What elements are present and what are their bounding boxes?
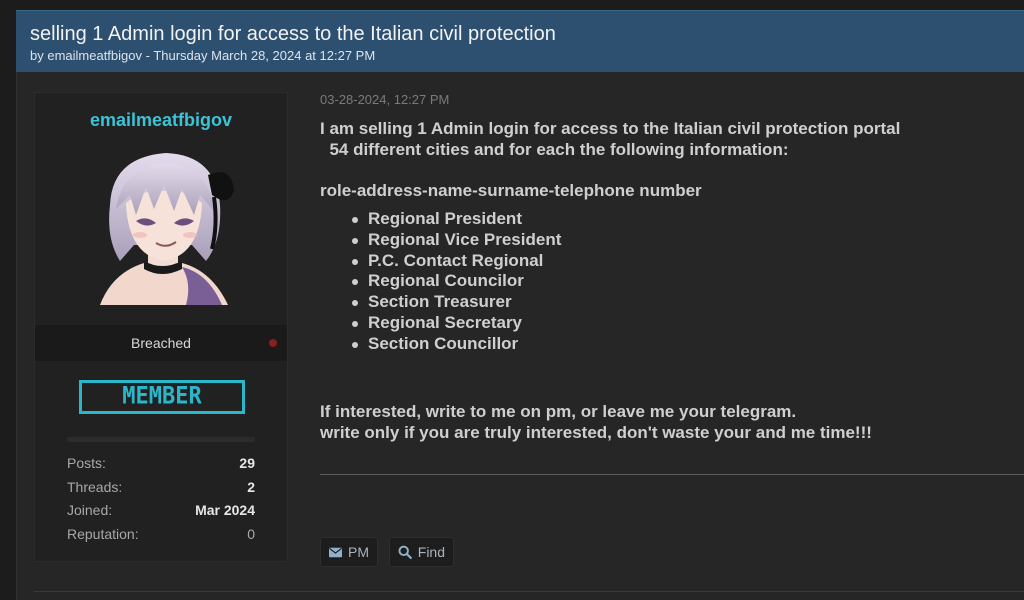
stat-value: Mar 2024 <box>195 502 255 519</box>
thread-header: selling 1 Admin login for access to the … <box>16 10 1024 72</box>
stat-label: Reputation: <box>67 526 139 543</box>
post-bottom-divider <box>34 591 1024 592</box>
avatar[interactable] <box>82 145 242 305</box>
author-stats: Posts: 29 Threads: 2 Joined: Mar 2024 Re… <box>67 455 255 550</box>
stat-label: Posts: <box>67 455 106 471</box>
list-item: Regional Secretary <box>350 313 1020 334</box>
find-button[interactable]: Find <box>389 537 454 567</box>
author-username[interactable]: emailmeatfbigov <box>35 110 287 131</box>
stat-value[interactable]: 0 <box>247 526 255 542</box>
list-item: Section Councillor <box>350 334 1020 355</box>
post-text-line: If interested, write to me on pm, or lea… <box>320 401 797 421</box>
list-item: Regional President <box>350 209 1020 230</box>
stat-threads: Threads: 2 <box>67 479 255 503</box>
list-item: P.C. Contact Regional <box>350 251 1020 272</box>
envelope-icon <box>329 547 342 557</box>
post-body: I am selling 1 Admin login for access to… <box>320 118 1020 443</box>
reputation-progress-bar <box>67 437 255 442</box>
rank-badge: MEMBER <box>79 380 245 414</box>
stat-reputation: Reputation: 0 <box>67 526 255 550</box>
offline-status-dot-icon <box>269 339 277 347</box>
stat-posts: Posts: 29 <box>67 455 255 479</box>
roles-list: Regional President Regional Vice Preside… <box>350 209 1020 355</box>
post-text-line: write only if you are truly interested, … <box>320 422 872 442</box>
post-text-line: I am selling 1 Admin login for access to… <box>320 119 901 138</box>
author-card: emailmeatfbigov Breached MEMBER Posts: 2… <box>34 92 288 562</box>
stat-value[interactable]: 29 <box>239 455 255 471</box>
user-status-label: Breached <box>131 335 191 351</box>
search-icon <box>398 545 412 559</box>
post-date: 03-28-2024, 12:27 PM <box>320 92 450 107</box>
user-status-bar: Breached <box>35 325 287 361</box>
thread-byline[interactable]: by emailmeatfbigov - Thursday March 28, … <box>30 48 375 63</box>
rank-label: MEMBER <box>122 382 202 411</box>
stat-value[interactable]: 2 <box>247 479 255 495</box>
stat-label: Joined: <box>67 502 113 519</box>
list-item: Section Treasurer <box>350 292 1020 313</box>
list-item: Regional Councilor <box>350 271 1020 292</box>
pm-button[interactable]: PM <box>320 537 378 567</box>
thread-title: selling 1 Admin login for access to the … <box>30 23 556 45</box>
find-button-label: Find <box>417 544 445 560</box>
post-text-line: 54 different cities and for each the fol… <box>320 140 789 159</box>
post-signature-divider <box>320 474 1024 475</box>
stat-label: Threads: <box>67 478 123 495</box>
post-text-line: role-address-name-surname-telephone numb… <box>320 181 702 200</box>
pm-button-label: PM <box>348 544 369 560</box>
list-item: Regional Vice President <box>350 230 1020 251</box>
stat-joined: Joined: Mar 2024 <box>67 502 255 526</box>
